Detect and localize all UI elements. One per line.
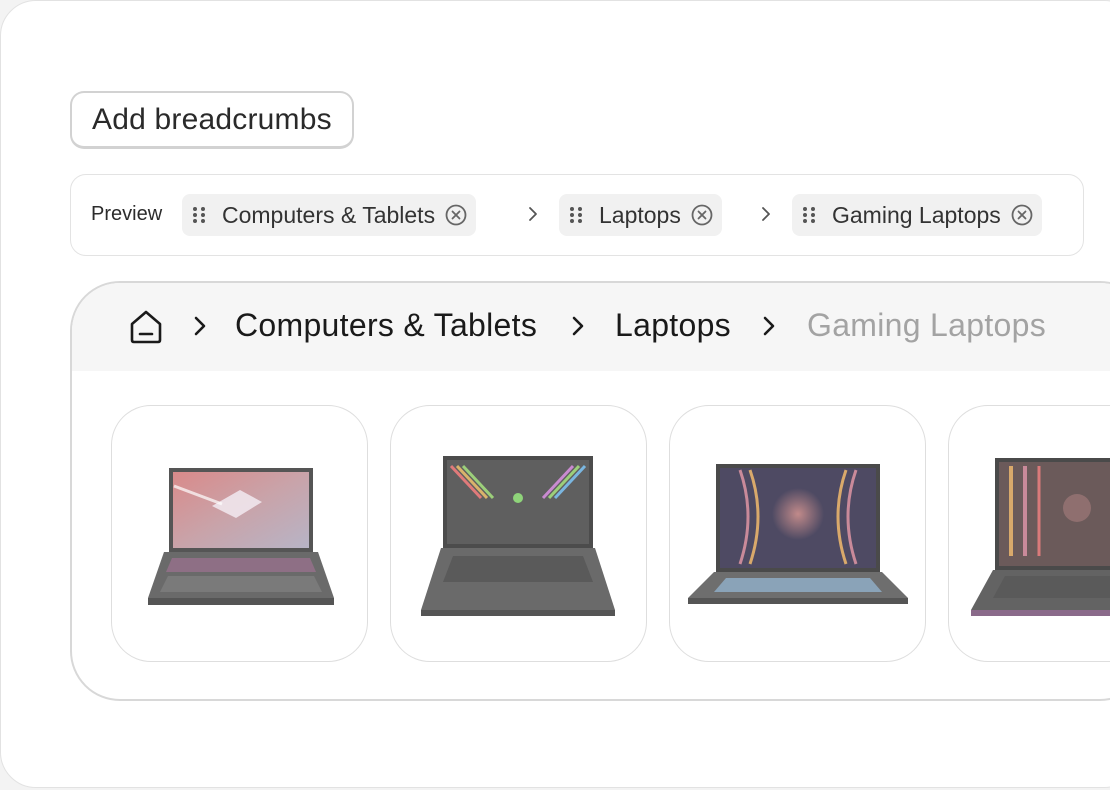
chip-label: Gaming Laptops	[832, 201, 1001, 228]
remove-icon[interactable]	[445, 204, 467, 226]
home-icon[interactable]	[129, 309, 163, 345]
product-card[interactable]	[111, 405, 368, 662]
chevron-right-icon	[762, 207, 770, 221]
app-frame: Add breadcrumbs Preview Computers & Tabl…	[0, 0, 1110, 788]
drag-handle-icon[interactable]	[803, 206, 815, 224]
chevron-right-icon	[529, 207, 537, 221]
remove-icon[interactable]	[1011, 204, 1033, 226]
drag-handle-icon[interactable]	[570, 206, 582, 224]
breadcrumb: Computers & Tablets Laptops Gaming Lapto…	[72, 283, 1110, 371]
preview-chip-computers-tablets[interactable]: Computers & Tablets	[182, 194, 477, 236]
laptop-msi-pro-image	[971, 458, 1110, 616]
preview-label: Preview	[91, 203, 163, 225]
product-card[interactable]	[390, 405, 647, 662]
breadcrumb-item-gaming-laptops: Gaming Laptops	[807, 307, 1047, 343]
chevron-right-icon	[194, 316, 206, 336]
product-listing-panel: Computers & Tablets Laptops Gaming Lapto…	[70, 281, 1110, 701]
chip-label: Computers & Tablets	[222, 201, 436, 228]
breadcrumb-preview: Preview Computers & Tablets Laptops Gami…	[70, 174, 1084, 256]
chevron-right-icon	[572, 316, 584, 336]
laptop-razer-image	[421, 456, 615, 616]
drag-handle-icon[interactable]	[193, 206, 205, 224]
laptop-rog-image	[148, 468, 334, 605]
remove-icon[interactable]	[691, 204, 713, 226]
breadcrumb-item-laptops[interactable]: Laptops	[615, 307, 731, 344]
chip-label: Laptops	[599, 201, 681, 228]
product-card[interactable]	[669, 405, 926, 662]
chevron-right-icon	[763, 316, 775, 336]
preview-chip-laptops[interactable]: Laptops	[559, 194, 722, 236]
product-card[interactable]	[948, 405, 1110, 662]
add-breadcrumbs-button[interactable]: Add breadcrumbs	[70, 91, 354, 149]
breadcrumb-item-computers-tablets[interactable]: Computers & Tablets	[235, 307, 537, 344]
preview-chip-gaming-laptops[interactable]: Gaming Laptops	[792, 194, 1042, 236]
laptop-msi-image	[688, 464, 908, 604]
